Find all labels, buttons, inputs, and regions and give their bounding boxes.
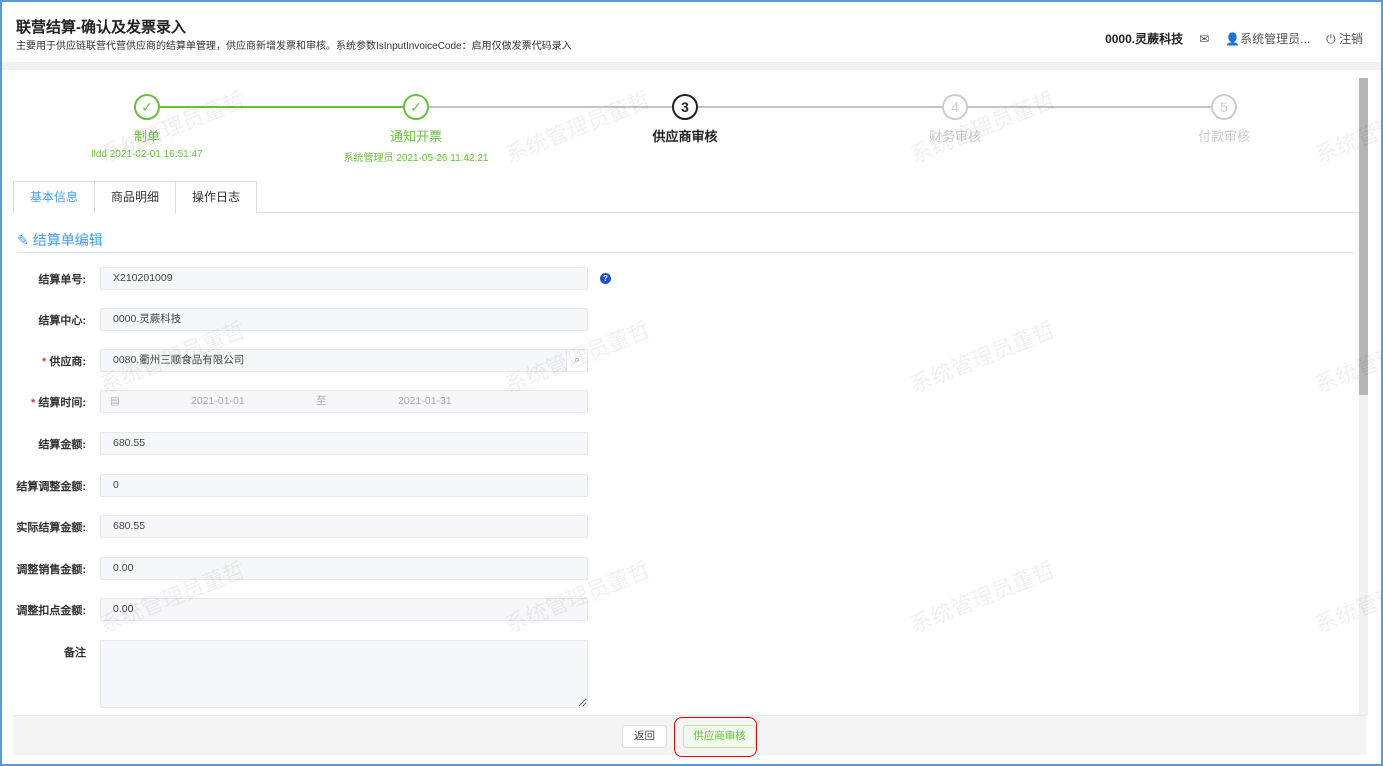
step-desc: lldd 2021-02-01 16:51:47 xyxy=(91,149,203,160)
content-panel: ✓ 制单 lldd 2021-02-01 16:51:47 ✓ 通知开票系统管理员 20… xyxy=(4,70,1368,758)
range-separator: 至 xyxy=(316,395,327,407)
footer-bar: 返回 供应商审核 xyxy=(13,715,1366,757)
search-icon[interactable]: ⌕ xyxy=(566,349,588,372)
mail-icon[interactable]: ✉ xyxy=(1199,32,1209,46)
tab-bar: 基本信息 商品明细 操作日志 xyxy=(13,181,1359,213)
label: 结算调整金额: xyxy=(16,480,86,493)
edit-icon: ✎ xyxy=(17,231,29,248)
field-amount: 结算金额: 680.55 xyxy=(4,432,624,455)
page-header: 联营结算-确认及发票录入 主要用于供应链联营代营供应商的结算单管理，供应商新增发… xyxy=(2,2,1381,62)
user-icon: 👤 xyxy=(1225,32,1241,46)
section-divider xyxy=(17,252,1354,253)
check-icon: ✓ xyxy=(403,94,429,120)
adj-sales-input[interactable]: 0.00 xyxy=(100,557,588,580)
power-icon: ⏻ xyxy=(1326,32,1336,46)
section-title: ✎ 结算单编辑 xyxy=(17,230,103,250)
step-label: 制单 xyxy=(133,129,160,144)
field-settle-no: 结算单号: X210201009? xyxy=(4,267,624,290)
step-number: 4 xyxy=(942,94,968,120)
user-name: 系统管理员... xyxy=(1240,32,1311,46)
center-input[interactable]: 0000.灵蕨科技 xyxy=(100,308,588,331)
label: 结算单号: xyxy=(38,273,86,286)
progress-steps: ✓ 制单 lldd 2021-02-01 16:51:47 ✓ 通知开票系统管理员 20… xyxy=(4,70,1359,175)
step-label: 供应商审核 xyxy=(652,129,718,144)
step-label: 通知开票 xyxy=(389,129,442,144)
adjust-input[interactable]: 0 xyxy=(100,474,588,497)
supplier-value: 0080.衢州三顺食品有限公司 xyxy=(113,354,245,366)
start-date: 2021-01-01 xyxy=(191,395,245,407)
field-adj-point: 调整扣点金额: 0.00 xyxy=(4,598,624,621)
label: 调整扣点金额: xyxy=(16,604,86,617)
scrollbar[interactable] xyxy=(1359,78,1368,715)
label: 结算中心: xyxy=(38,314,86,327)
actual-input[interactable]: 680.55 xyxy=(100,515,588,538)
step-label: 财务审核 xyxy=(928,129,981,144)
step-5: 5 付款审核 xyxy=(1124,94,1324,149)
step-number: 3 xyxy=(672,94,698,120)
tab-operation-log[interactable]: 操作日志 xyxy=(176,181,258,213)
step-number: 5 xyxy=(1211,94,1237,120)
label: 调整销售金额: xyxy=(16,563,86,576)
supplier-audit-button[interactable]: 供应商审核 xyxy=(683,725,756,748)
field-adj-sales: 调整销售金额: 0.00 xyxy=(4,557,624,580)
supplier-input[interactable]: 0080.衢州三顺食品有限公司 ⌕ xyxy=(100,349,588,372)
check-icon: ✓ xyxy=(134,94,160,120)
divider xyxy=(2,62,1381,70)
tab-product-detail[interactable]: 商品明细 xyxy=(95,181,177,213)
step-label: 付款审核 xyxy=(1197,129,1250,144)
field-adjust: 结算调整金额: 0 xyxy=(4,474,624,497)
remark-textarea[interactable] xyxy=(100,640,588,708)
step-4: 4 财务审核 xyxy=(855,94,1055,149)
amount-input[interactable]: 680.55 xyxy=(100,432,588,455)
field-actual: 实际结算金额: 680.55 xyxy=(4,515,624,538)
end-date: 2021-01-31 xyxy=(398,395,452,407)
page-title: 联营结算-确认及发票录入 xyxy=(16,19,186,36)
label: 供应商: xyxy=(49,355,86,368)
scrollbar-thumb[interactable] xyxy=(1359,78,1368,395)
settle-no-input[interactable]: X210201009 xyxy=(100,267,588,290)
calendar-icon: ▤ xyxy=(110,395,120,407)
section-title-text: 结算单编辑 xyxy=(32,232,103,248)
field-center: 结算中心: 0000.灵蕨科技 xyxy=(4,308,624,331)
step-1: ✓ 制单 lldd 2021-02-01 16:51:47 xyxy=(47,94,247,160)
field-supplier: * 供应商: 0080.衢州三顺食品有限公司 ⌕ xyxy=(4,349,624,372)
back-button[interactable]: 返回 xyxy=(622,725,667,748)
label: 备注 xyxy=(64,646,86,659)
adj-point-input[interactable]: 0.00 xyxy=(100,598,588,621)
org-switcher[interactable]: 0000.灵蕨科技 xyxy=(1105,30,1183,47)
logout-label: 注销 xyxy=(1338,32,1363,46)
user-menu[interactable]: 👤系统管理员... xyxy=(1225,30,1310,47)
help-icon[interactable]: ? xyxy=(600,273,611,284)
step-2: ✓ 通知开票系统管理员 2021-05-26 11:42:21 xyxy=(316,94,516,164)
step-desc: 系统管理员 2021-05-26 11:42:21 xyxy=(343,153,489,164)
page-subtitle: 主要用于供应链联营代营供应商的结算单管理，供应商新增发票和审核。系统参数IsIn… xyxy=(16,41,572,52)
label: 实际结算金额: xyxy=(16,521,86,534)
step-3: 3 供应商审核 xyxy=(585,94,785,149)
step-connector xyxy=(416,106,1224,108)
logout-button[interactable]: ⏻ 注销 xyxy=(1326,30,1363,47)
tab-basic-info[interactable]: 基本信息 xyxy=(13,181,96,213)
label: 结算时间: xyxy=(38,396,86,409)
field-period: * 结算时间: ▤ 2021-01-01 至 2021-01-31 xyxy=(4,390,624,413)
date-range-input[interactable]: ▤ 2021-01-01 至 2021-01-31 xyxy=(100,390,588,413)
label: 结算金额: xyxy=(38,438,86,451)
